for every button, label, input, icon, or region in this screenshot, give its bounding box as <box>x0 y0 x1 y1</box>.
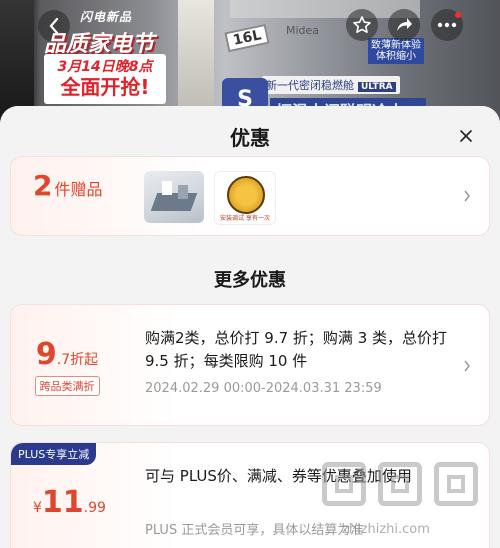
discount-date-range: 2024.02.29 00:00-2024.03.31 23:59 <box>145 381 382 396</box>
gift-thumbnail-caption: 安装调试 享有一次 <box>220 215 270 222</box>
share-button[interactable] <box>388 9 420 41</box>
gift-count-label: 件赠品 <box>54 180 103 199</box>
close-button[interactable] <box>456 126 476 146</box>
discount-tag: 跨品类满折 <box>34 376 100 396</box>
notification-dot <box>455 12 461 18</box>
plus-price: ¥11.99 <box>33 485 106 520</box>
side-tag: 致薄新体验 体积缩小 <box>368 38 424 64</box>
feature-text: 新一代密闭稳燃舱 <box>266 79 354 92</box>
feature-line: 新一代密闭稳燃舱 ULTRA <box>262 76 400 94</box>
side-tag-line2: 体积缩小 <box>376 51 416 62</box>
plus-price-integer: 11 <box>41 485 84 520</box>
promo-date-suffix: 晚8点 <box>114 59 153 75</box>
promo-flash-label: 闪电新品 <box>80 10 133 24</box>
more-offers-title: 更多优惠 <box>214 270 286 291</box>
more-button[interactable] <box>431 9 463 41</box>
promo-date: 3月14日晚8点 <box>44 56 166 76</box>
more-dots-icon <box>437 22 457 28</box>
share-icon <box>397 18 412 31</box>
discount-description: 购满2类，总价打 9.7 折；购满 3 类，总价打 9.5 折；每类限购 10 … <box>145 329 448 370</box>
plus-price-decimal: .99 <box>83 500 106 516</box>
discount-value-big: 9 <box>35 337 57 372</box>
service-seal-icon <box>227 176 265 214</box>
plus-currency: ¥ <box>33 500 42 516</box>
discount-value-small: .7折起 <box>56 352 99 368</box>
discount-chevron <box>463 360 473 372</box>
feature-tag: ULTRA <box>358 82 396 92</box>
promo-date-box: 3月14日晚8点 全面开抢! <box>44 54 166 104</box>
discount-value: 9.7折起 <box>11 337 123 372</box>
brand-logo: Midea <box>286 24 320 37</box>
gift-thumbnail-room <box>144 171 204 223</box>
promo-date-prefix: 3月14日 <box>57 59 115 75</box>
gift-count: 2 件赠品 <box>33 169 103 202</box>
capacity-badge: 16L <box>224 23 271 53</box>
chevron-right-icon <box>464 190 470 202</box>
discount-card[interactable]: 9.7折起 跨品类满折 购满2类，总价打 9.7 折；购满 3 类，总价打 9.… <box>10 304 490 426</box>
promo-open-text: 全面开抢! <box>60 75 150 99</box>
plus-tag: PLUS专享立减 <box>11 443 97 465</box>
chevron-right-icon <box>464 360 470 372</box>
plus-card[interactable]: PLUS专享立减 ¥11.99 可与 PLUS价、满减、券等优惠叠加使用 PLU… <box>10 442 490 548</box>
plus-note: PLUS 正式会员可享，具体以结算为准 <box>145 523 364 538</box>
promotions-sheet: 优惠 2 件赠品 安装调试 享有一次 更多优惠 9.7折起 跨品类满折 购满2类… <box>0 106 500 548</box>
gift-card[interactable]: 2 件赠品 安装调试 享有一次 <box>10 156 490 236</box>
gift-chevron <box>463 190 473 202</box>
gift-count-number: 2 <box>33 169 53 202</box>
close-icon <box>460 130 472 142</box>
side-tag-line1: 致薄新体验 <box>371 40 421 51</box>
gift-thumbnail-service: 安装调试 享有一次 <box>214 171 276 225</box>
favorite-button[interactable] <box>346 9 378 41</box>
star-icon <box>353 16 371 33</box>
sheet-title: 优惠 <box>230 126 270 150</box>
plus-description: 可与 PLUS价、满减、券等优惠叠加使用 <box>145 467 412 485</box>
discount-summary: 9.7折起 跨品类满折 <box>11 305 123 425</box>
